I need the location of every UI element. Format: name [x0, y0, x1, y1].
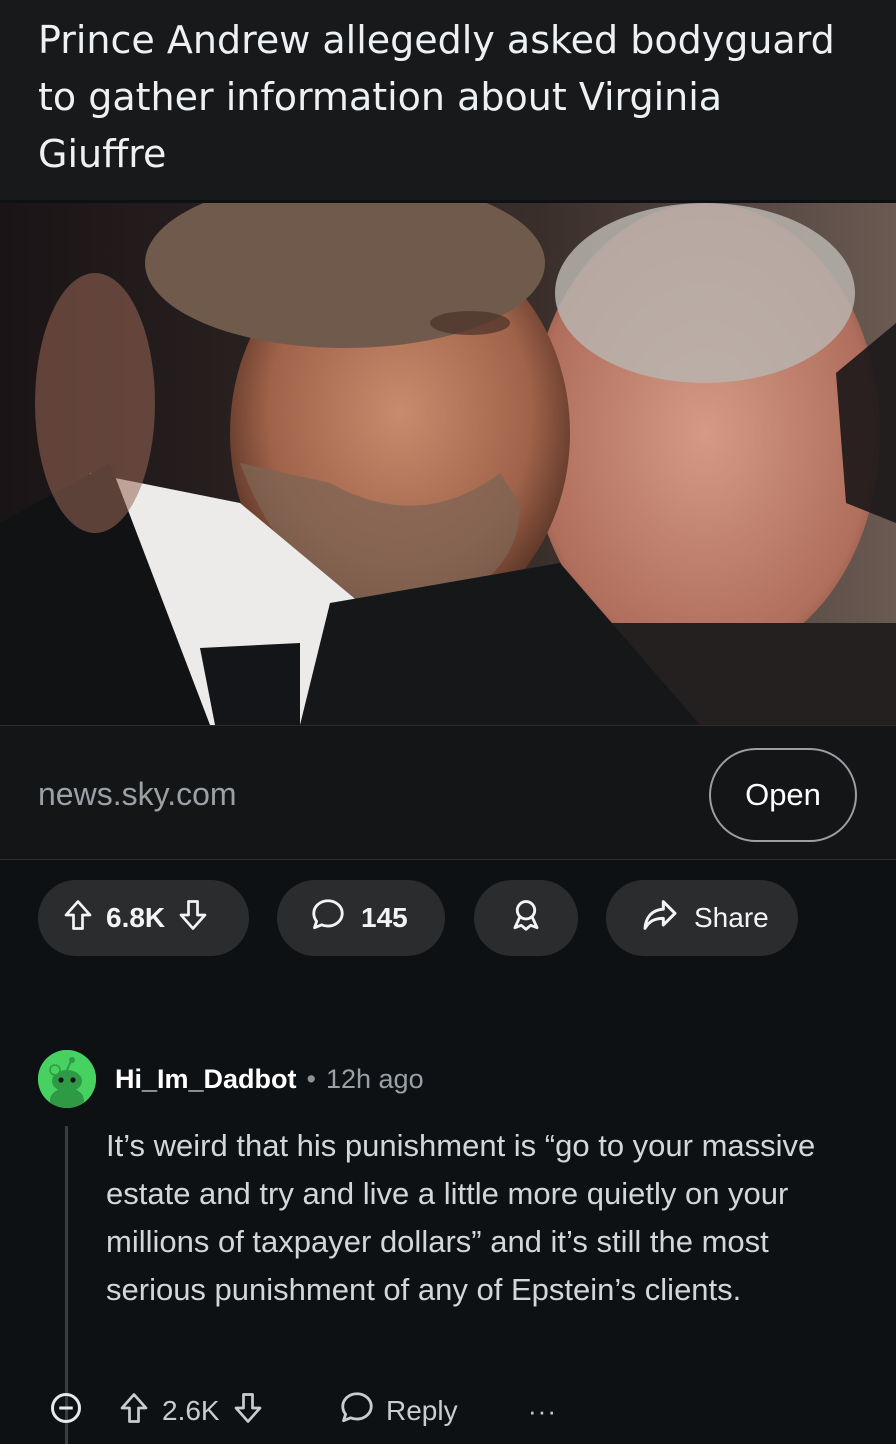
upvote-icon[interactable] [60, 897, 96, 940]
collapse-thread-button[interactable] [48, 1378, 84, 1444]
reply-label: Reply [386, 1395, 458, 1426]
comment-score: 2.6K [162, 1395, 220, 1426]
comments-button[interactable]: 145 [277, 880, 445, 956]
comment-downvote-icon[interactable] [230, 1390, 266, 1433]
share-button[interactable]: Share [606, 880, 798, 956]
reply-bubble-icon [338, 1389, 376, 1434]
link-domain[interactable]: news.sky.com [38, 776, 237, 813]
more-options-button[interactable]: ··· [528, 1378, 557, 1444]
post-score: 6.8K [106, 902, 166, 933]
award-icon [507, 896, 545, 941]
comment-bubble-icon [309, 896, 347, 941]
avatar[interactable] [38, 1050, 96, 1108]
link-bar: news.sky.com Open [0, 725, 896, 860]
comment-body: It’s weird that his punishment is “go to… [106, 1128, 816, 1307]
comment-timestamp: 12h ago [325, 1064, 424, 1094]
share-arrow-icon [640, 895, 680, 942]
meta-separator: • [306, 1064, 316, 1094]
post-thumbnail[interactable] [0, 203, 896, 725]
minus-circle-icon [48, 1390, 84, 1433]
thumbnail-image [0, 203, 896, 725]
comment-meta: Hi_Im_Dadbot • 12h ago [115, 1064, 424, 1095]
post-actions: 6.8K 145 Share [0, 880, 896, 956]
snoo-avatar-icon [38, 1050, 96, 1108]
post-title: Prince Andrew allegedly asked bodyguard … [38, 18, 835, 176]
comment-author[interactable]: Hi_Im_Dadbot [115, 1064, 297, 1095]
open-link-button[interactable]: Open [709, 748, 857, 842]
comment-vote-group: 2.6K [116, 1378, 266, 1444]
award-button[interactable] [474, 880, 578, 956]
downvote-icon[interactable] [175, 897, 211, 940]
post-title-block: Prince Andrew allegedly asked bodyguard … [0, 0, 896, 200]
comment-actions: 2.6K Reply ··· [0, 1378, 896, 1444]
share-label: Share [694, 902, 769, 933]
comment-upvote-icon[interactable] [116, 1390, 152, 1433]
post-vote-pill: 6.8K [38, 880, 249, 956]
reply-button[interactable]: Reply [338, 1378, 458, 1444]
comment-count: 145 [361, 902, 408, 933]
